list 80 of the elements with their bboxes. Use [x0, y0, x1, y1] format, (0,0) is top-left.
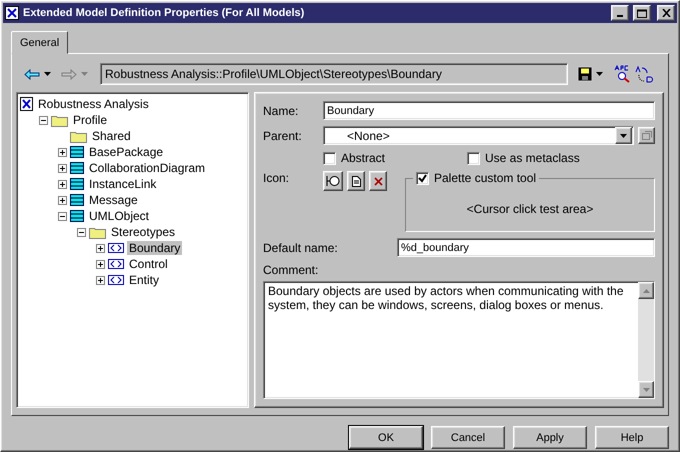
minimize-button[interactable]	[611, 5, 629, 21]
model-icon	[20, 97, 33, 111]
checkbox[interactable]	[416, 172, 429, 184]
icon-preview[interactable]	[323, 171, 343, 191]
folder-icon	[51, 114, 68, 126]
stereotype-icon	[108, 275, 124, 285]
expander-icon[interactable]	[58, 180, 67, 188]
tree-item[interactable]: InstanceLink	[87, 177, 158, 191]
checkbox-label: Palette custom tool	[434, 171, 536, 185]
tab[interactable]: General	[11, 31, 68, 54]
expander-icon[interactable]	[96, 244, 105, 252]
field-label: Default name:	[263, 240, 339, 254]
caret-icon[interactable]	[620, 134, 627, 138]
properties-button[interactable]	[638, 127, 655, 144]
delete-icon[interactable]	[374, 176, 382, 186]
tree-item[interactable]: UMLObject	[87, 209, 152, 223]
expander-icon[interactable]	[58, 212, 67, 220]
field-label: Parent:	[263, 128, 303, 142]
tree-item[interactable]: Shared	[90, 129, 133, 143]
tree-item[interactable]: Boundary	[127, 241, 182, 255]
expander-icon[interactable]	[58, 148, 67, 156]
list-icon	[70, 162, 84, 174]
tree-item[interactable]: Message	[87, 193, 140, 207]
default-name-field[interactable]: %d_boundary	[397, 238, 655, 257]
field-label: Icon:	[263, 171, 290, 185]
comment-field[interactable]: Boundary objects are used by actors when communicating with the system, they can be windows, screens, dialog boxes or menus.	[263, 281, 655, 399]
test-area-text: <Cursor click test area>	[466, 202, 594, 216]
list-icon	[70, 178, 84, 190]
path-field: Robustness Analysis::Profile\UMLObject\Stereotypes\Boundary	[100, 63, 568, 85]
parent-dropdown[interactable]: <None>	[323, 126, 634, 145]
list-icon	[70, 194, 84, 206]
delete-button[interactable]	[369, 171, 387, 191]
save-icon[interactable]	[578, 67, 592, 81]
expander-icon[interactable]	[96, 260, 105, 268]
window-title: Extended Model Definition Properties (For All Models)	[23, 7, 306, 19]
dialog-button[interactable]: Apply	[513, 426, 587, 449]
checkbox[interactable]	[467, 152, 480, 164]
stereotype-icon	[108, 243, 124, 253]
checkbox-label: Use as metaclass	[485, 151, 580, 165]
tree-item[interactable]: Stereotypes	[109, 225, 178, 239]
list-icon	[70, 146, 84, 158]
maximize-icon[interactable]	[637, 8, 647, 18]
boundary-symbol-icon[interactable]	[326, 175, 340, 187]
replace-icon[interactable]	[635, 65, 653, 83]
expander-icon[interactable]	[39, 116, 48, 124]
caret-icon[interactable]	[44, 72, 51, 76]
browse-button[interactable]	[347, 171, 365, 191]
tree-item[interactable]: BasePackage	[87, 145, 166, 159]
expander-icon[interactable]	[77, 228, 86, 236]
folder-icon	[70, 130, 87, 142]
close-button[interactable]	[657, 5, 675, 21]
document-icon[interactable]	[352, 176, 360, 186]
tree-item[interactable]: Profile	[71, 113, 110, 127]
scroll-down-button[interactable]	[638, 381, 654, 398]
tree-item[interactable]: Entity	[127, 273, 162, 287]
spell-check-icon[interactable]	[613, 65, 631, 83]
stereotype-icon	[108, 259, 124, 269]
caret-icon[interactable]	[596, 72, 603, 76]
scroll-up-button[interactable]	[638, 282, 654, 299]
dropdown-button[interactable]	[615, 127, 632, 144]
dialog-button[interactable]: OK	[349, 426, 423, 449]
list-icon	[70, 210, 84, 222]
app-icon	[5, 6, 19, 20]
field-label: Name:	[263, 104, 300, 118]
folder-icon	[89, 226, 106, 238]
checkbox[interactable]	[323, 152, 336, 164]
tree-item[interactable]: Control	[127, 257, 170, 271]
dialog-button[interactable]: Help	[595, 426, 669, 449]
expander-icon[interactable]	[58, 196, 67, 204]
field-label: Comment:	[263, 263, 319, 277]
expander-icon[interactable]	[96, 276, 105, 284]
tree-item[interactable]: Robustness Analysis	[36, 97, 151, 111]
maximize-button[interactable]	[633, 5, 651, 21]
dialog-button[interactable]: Cancel	[431, 426, 505, 449]
checkbox-label: Abstract	[341, 151, 386, 165]
tree-item[interactable]: CollaborationDiagram	[87, 161, 208, 175]
close-icon[interactable]	[662, 9, 670, 17]
expander-icon[interactable]	[58, 164, 67, 172]
name-field[interactable]: Boundary	[323, 101, 655, 120]
back-arrow-icon[interactable]	[24, 68, 40, 80]
